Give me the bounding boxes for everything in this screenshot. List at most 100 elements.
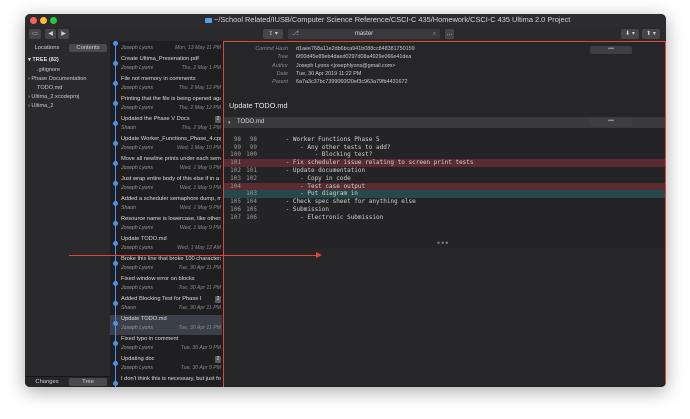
tree-item-xcodeproj[interactable]: › Ultima_2.xcodeproj <box>28 94 79 100</box>
back-icon[interactable]: ◀ <box>45 29 56 39</box>
tree-header: ▾ TREE (82) <box>28 57 59 63</box>
commit-row[interactable]: Resource name is lowercase, like others J… <box>110 215 222 235</box>
tab-locations[interactable]: Locations <box>28 44 66 52</box>
commit-row[interactable]: Update TODO.md Joseph Lyons Tue, 30 Apr 11… <box>110 315 222 335</box>
commit-author: Joseph Lyons <box>121 85 153 91</box>
tree-item-gitignore[interactable]: .gitignore <box>37 67 60 73</box>
diff-code: - Electronic Submission <box>264 213 384 221</box>
folder-icon <box>205 17 212 23</box>
commit-row[interactable]: Printing that the file is being opened a… <box>110 95 222 115</box>
commit-node-icon <box>113 321 118 326</box>
tree-item-ultima2[interactable]: › Ultima_2 <box>28 103 54 109</box>
line-number: 99 <box>233 143 241 151</box>
commit-message: Resource name is lowercase, like others <box>121 216 221 222</box>
commit-node-icon <box>113 181 118 186</box>
commit-row[interactable]: Update .gitignore Joseph Lyons Mon, 13 May… <box>110 41 222 55</box>
commit-date: Thu, 2 May 1 PM <box>181 65 222 71</box>
diff-code: - Worker Functions Phase 5 <box>264 135 380 143</box>
commit-date: Thu, 2 May 1 PM <box>181 125 222 131</box>
commit-row[interactable]: Updating doc Joseph Lyons Tue, 30 Apr 9 PM… <box>110 355 222 375</box>
commit-row[interactable]: Added a scheduler semaphore dump, ma Shau… <box>110 195 222 215</box>
diff-code: - Any other tests to add? <box>264 143 391 151</box>
diff-line: 104 - Test case output <box>224 182 665 191</box>
file-actions-button[interactable]: ••• <box>590 118 632 126</box>
commit-row[interactable]: Create Ultima_Presenation.pdf Joseph Lyon… <box>110 55 222 75</box>
diff-line <box>224 128 665 136</box>
commit-date: Tue, 30 Apr 9 PM <box>180 365 221 371</box>
search-icon[interactable]: ⌕ <box>433 29 436 39</box>
commit-row[interactable]: Added Blocking Test for Phase I Shaun Tue,… <box>110 295 222 315</box>
tree-item-label: Ultima_2 <box>31 103 54 109</box>
tab-tree[interactable]: Tree <box>69 378 107 386</box>
commit-row[interactable]: Fixed typo in comment Joseph Lyons Tue, 30… <box>110 335 222 355</box>
more-icon[interactable]: … <box>445 29 454 39</box>
tab-contents[interactable]: Contents <box>69 44 107 52</box>
commit-message: Create Ultima_Presenation.pdf <box>121 56 199 62</box>
commit-node-icon <box>113 221 118 226</box>
zoom-window-button[interactable] <box>50 17 57 24</box>
line-number: 101 <box>246 167 257 174</box>
commit-row[interactable]: I don't think this is necessary, but jus… <box>110 375 222 387</box>
commit-message: Updating doc <box>121 356 155 362</box>
line-number: 105 <box>246 206 257 213</box>
pull-icon[interactable]: ⬇ ▾ <box>621 29 639 39</box>
close-window-button[interactable] <box>30 17 37 24</box>
commit-row[interactable]: Just wrap entire body of this else if in… <box>110 175 222 195</box>
line-number: 103 <box>246 190 257 198</box>
commit-row[interactable]: Update Worker_Functions_Phase_4.cpp Josep… <box>110 135 222 155</box>
commit-message: Update Worker_Functions_Phase_4.cpp <box>121 136 221 142</box>
commit-row[interactable]: Updated the Phase V Docs Shaun Thu, 2 May … <box>110 115 222 135</box>
commit-date: Wed, 1 May 9 PM <box>179 185 221 191</box>
meta-value: 6a7a3c37bc7399060f20ef3c963a79fb4431672 <box>296 79 408 86</box>
commit-row[interactable]: Update TODO.md Joseph Lyons Wed, 1 May 12 … <box>110 235 222 255</box>
tree-item-phase-documentation[interactable]: › Phase Documentation <box>28 76 86 82</box>
sidebar-toggle-icon[interactable]: ▭ <box>29 29 41 39</box>
commit-node-icon <box>113 101 118 106</box>
commit-node-icon <box>113 281 118 286</box>
commit-message: Broke this line that broke 100 character… <box>121 256 221 262</box>
commit-detail-panel: Commit Hash d1aee768a11e2db6bca941b088cc8… <box>223 41 666 387</box>
meta-value: d1aee768a11e2db6bca941b088cc848381750159 <box>296 46 415 52</box>
commit-message: Just wrap entire body of this else if in… <box>121 176 221 182</box>
commit-message: Update TODO.md <box>121 236 167 242</box>
commit-node-icon <box>113 61 118 66</box>
commit-node-icon <box>113 341 118 346</box>
commit-row[interactable]: Fixed window error on blocks Joseph Lyons… <box>110 275 222 295</box>
commit-message: File not memory in comments <box>121 76 196 82</box>
diff-code: - Put diagram in <box>264 190 358 198</box>
title-bar: ~/School Related/IUSB/Computer Science R… <box>25 14 666 27</box>
line-number: 100 <box>230 151 241 159</box>
diff-code: - Check spec sheet for anything else <box>264 198 416 206</box>
branch-selector[interactable]: ⎇ master ⌕ <box>288 29 440 39</box>
meta-label: Commit Hash <box>255 46 288 52</box>
minimize-window-button[interactable] <box>40 17 47 24</box>
diff-code: - Blocking test? <box>264 151 373 159</box>
commit-actions-button[interactable]: ••• <box>590 46 632 54</box>
tree-item-todo[interactable]: TODO.md <box>37 85 62 91</box>
more-indicator: ••• <box>437 238 450 248</box>
stash-icon[interactable]: ⇪ ▾ <box>263 29 283 39</box>
commit-node-icon <box>113 261 118 266</box>
disclosure-icon[interactable]: ▾ <box>228 120 231 126</box>
commit-row[interactable]: File not memory in comments Joseph Lyons T… <box>110 75 222 95</box>
toolbar: ▭ ◀ ▶ ⇪ ▾ ⎇ master ⌕ … ⬇ ▾ ⬆ ▾ <box>25 27 666 42</box>
line-number: 104 <box>230 182 241 190</box>
commit-row[interactable]: Move all newline prints under each sema J… <box>110 155 222 175</box>
diff-code: - Test case output <box>264 182 366 190</box>
tab-changes[interactable]: Changes <box>28 378 66 386</box>
commit-node-icon <box>113 141 118 146</box>
commit-author: Joseph Lyons <box>121 45 153 51</box>
forward-icon[interactable]: ▶ <box>58 29 69 39</box>
window-title-text: ~/School Related/IUSB/Computer Science R… <box>214 15 571 24</box>
commit-node-icon <box>113 361 118 366</box>
commit-date: Thu, 2 May 12 PM <box>178 85 221 91</box>
commit-date: Tue, 30 Apr 9 PM <box>180 345 221 351</box>
commit-message: Added a scheduler semaphore dump, ma <box>121 196 221 202</box>
line-number: 98 <box>233 135 241 143</box>
commit-row[interactable]: Broke this line that broke 100 character… <box>110 255 222 275</box>
parent-count-badge: 2 <box>215 356 221 363</box>
push-icon[interactable]: ⬆ ▾ <box>642 29 660 39</box>
branch-label: master <box>354 31 374 37</box>
line-number: 105 <box>230 198 241 206</box>
line-number: 99 <box>249 143 257 151</box>
